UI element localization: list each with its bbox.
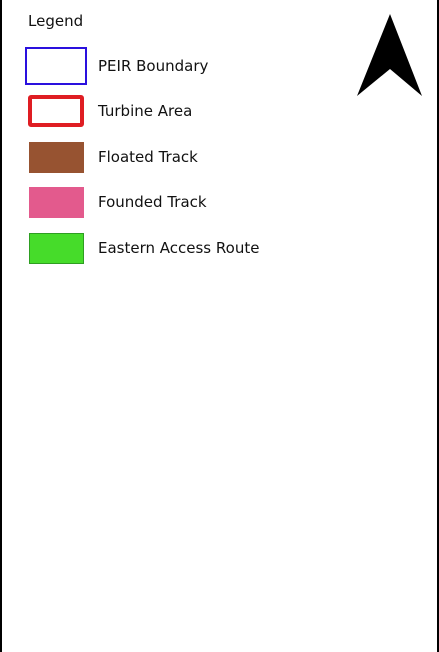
legend-item-floated-track: Floated Track: [25, 138, 198, 176]
legend-label-floated-track: Floated Track: [98, 148, 198, 166]
legend-item-turbine-area: Turbine Area: [25, 92, 192, 130]
legend-swatch-founded-track: [29, 186, 84, 218]
map-legend-panel: Legend PEIR Boundary Turbine Area Floate…: [0, 0, 439, 652]
north-arrow-icon: [357, 14, 422, 96]
legend-item-peir-boundary: PEIR Boundary: [25, 47, 208, 85]
legend-swatch-turbine-area: [28, 95, 84, 127]
legend-label-eastern-access-route: Eastern Access Route: [98, 239, 260, 257]
legend-swatch-eastern-access-route: [29, 232, 84, 264]
legend-title: Legend: [28, 12, 84, 30]
legend-swatch-floated-track: [29, 141, 84, 173]
legend-item-founded-track: Founded Track: [25, 183, 207, 221]
legend-label-peir-boundary: PEIR Boundary: [98, 57, 209, 75]
legend-label-turbine-area: Turbine Area: [98, 102, 193, 120]
legend-item-eastern-access-route: Eastern Access Route: [25, 229, 259, 267]
legend-swatch-peir-boundary: [25, 47, 87, 85]
legend-label-founded-track: Founded Track: [98, 193, 207, 211]
